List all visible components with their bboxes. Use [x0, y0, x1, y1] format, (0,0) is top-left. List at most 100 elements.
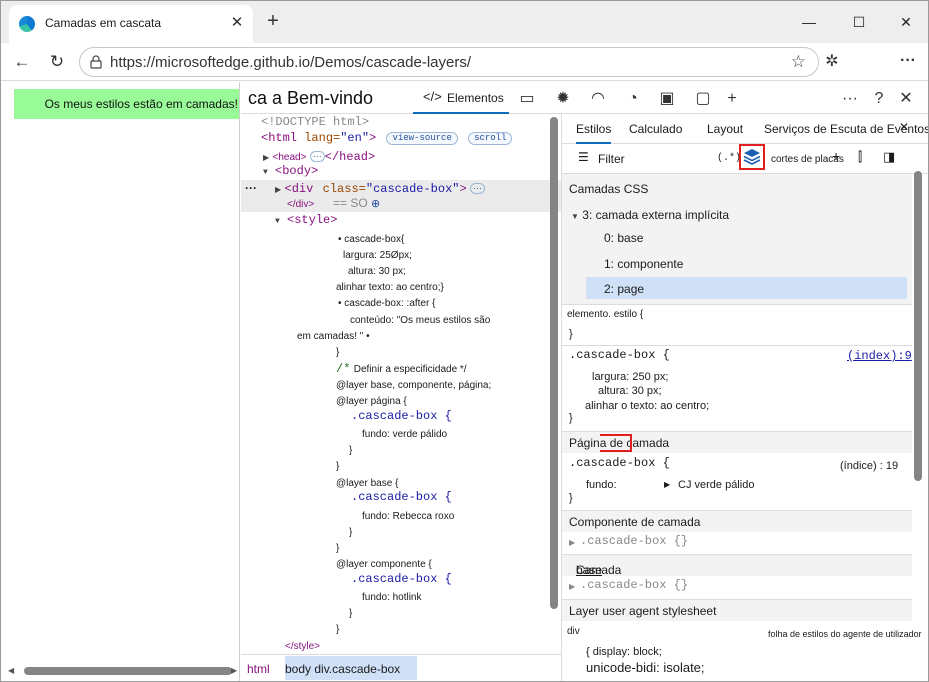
rule1-decl[interactable]: largura: 250 px; [592, 370, 668, 384]
bug-icon[interactable]: ✹ [552, 88, 574, 110]
div-line[interactable]: ▶ <div class="cascade-box"> ··· [275, 181, 486, 197]
close-window-icon[interactable]: ✕ [891, 9, 921, 35]
layer-section-base: Camada base [562, 554, 912, 577]
close-devtools-icon[interactable]: ✕ [895, 88, 917, 110]
rule2-decl-value[interactable]: CJ verde pálido [678, 478, 754, 492]
layer-root-num: 3: [582, 208, 593, 222]
html-line[interactable]: <html lang="en"> view-source scroll [261, 131, 513, 146]
breadcrumb-html[interactable]: html [247, 662, 270, 676]
selected-marker-icon: ⊕ [371, 198, 381, 210]
view-source-pill[interactable]: view-source [386, 132, 458, 145]
rule1-decl[interactable]: altura: 30 px; [598, 384, 662, 398]
css-line: Definir a especificidade */ [353, 364, 467, 375]
add-tab-icon[interactable]: + [721, 88, 743, 110]
layer-item-page[interactable]: 2: page [604, 282, 644, 296]
layer-item-componente[interactable]: 1: componente [604, 257, 683, 271]
wifi-icon[interactable]: ◠ [587, 88, 609, 110]
hover-state-toggle[interactable]: (.*) [717, 152, 741, 166]
maximize-icon[interactable]: ☐ [844, 9, 874, 35]
layer-label: base [617, 231, 644, 245]
welcome-tab[interactable]: ca a Bem-vindo [248, 88, 373, 109]
div-ellipsis[interactable]: ··· [470, 183, 486, 194]
css-line: } [336, 347, 340, 358]
layer-base-link[interactable]: base [576, 563, 602, 577]
console-icon[interactable]: ▭ [516, 88, 538, 110]
eq-so-line: == SO ⊕ [333, 196, 380, 212]
layer-label: page [617, 282, 645, 296]
css-line: altura: 30 px; [348, 266, 406, 277]
breadcrumb-selected[interactable]: body div.cascade-box [285, 656, 417, 680]
rule3-selector[interactable]: .cascade-box {} [580, 534, 688, 548]
rule2-selector[interactable]: .cascade-box { [569, 456, 670, 470]
show-layers-button[interactable] [739, 144, 765, 170]
extensions-icon[interactable]: ✲ [819, 49, 845, 75]
expand-head-icon[interactable]: ▶ [263, 150, 269, 165]
layer-item-base[interactable]: 0: base [604, 231, 643, 245]
layer-root[interactable]: ▼ 3: camada externa implícita [571, 208, 729, 224]
rule1-selector[interactable]: .cascade-box { [569, 348, 670, 362]
expand-rule3-icon[interactable]: ▶ [569, 536, 575, 550]
dom-row-more-icon[interactable]: ··· [245, 181, 257, 196]
tab-computed[interactable]: Calculado [629, 122, 682, 136]
rule1-decl[interactable]: alinhar o texto: ao centro; [585, 399, 709, 413]
css-line: } [336, 624, 340, 635]
expand-div-icon[interactable]: ▶ [275, 182, 281, 197]
favorite-star-icon[interactable]: ☆ [791, 52, 806, 72]
rule2-source[interactable]: (índice) : 19 [840, 459, 898, 473]
style-line[interactable]: ▼ <style> [275, 213, 337, 229]
tab-styles[interactable]: Estilos [576, 122, 612, 144]
styles-tab-bar: Estilos Calculado Layout Serviços de Esc… [562, 114, 928, 144]
css-layers-title: Camadas CSS [569, 182, 649, 196]
cascade-box: Os meus estilos estão em camadas! [14, 89, 239, 119]
paint-brush-icon[interactable]: ⫿ [858, 150, 862, 164]
new-rule-icon[interactable]: + [832, 149, 840, 163]
css-line: } [349, 527, 353, 538]
tab-layout[interactable]: Layout [707, 122, 743, 136]
close-pane-icon[interactable]: ✕ [899, 120, 909, 134]
new-tab-icon[interactable]: + [261, 10, 285, 34]
page-viewport: Os meus estilos estão em camadas! ◀ ▶ [2, 82, 240, 681]
rule2-decl-prop[interactable]: fundo: [586, 478, 617, 492]
filter-input[interactable]: Filter [598, 152, 625, 166]
collapse-body-icon[interactable]: ▼ [263, 165, 268, 180]
address-bar[interactable]: https://microsoftedge.github.io/Demos/ca… [79, 47, 819, 77]
scroll-left-arrow-icon[interactable]: ◀ [8, 666, 14, 675]
highlight-marker [600, 434, 632, 452]
scroll-pill[interactable]: scroll [468, 132, 513, 145]
more-menu-icon[interactable]: ··· [895, 49, 921, 75]
layer-num: 1: [604, 257, 615, 271]
rule1-source-link[interactable]: (index):9 [847, 349, 912, 363]
back-icon[interactable]: ← [9, 49, 35, 75]
breadcrumb-selected-label: body div.cascade-box [285, 662, 401, 676]
performance-icon[interactable]: ◔ [622, 88, 644, 110]
collapse-style-icon[interactable]: ▼ [275, 214, 280, 229]
minimize-icon[interactable]: — [794, 9, 824, 35]
horizontal-scrollbar[interactable] [24, 667, 232, 675]
styles-vertical-scrollbar[interactable] [914, 171, 922, 481]
ua-selector[interactable]: div [567, 625, 580, 639]
head-line[interactable]: ▶ <head> ··· </head> [263, 149, 375, 165]
scroll-right-arrow-icon[interactable]: ▶ [231, 666, 237, 675]
refresh-icon[interactable]: ↻ [44, 49, 70, 75]
expand-rule4-icon[interactable]: ▶ [569, 580, 575, 594]
body-line[interactable]: ▼ <body> [263, 164, 318, 180]
browser-tab[interactable]: Camadas em cascata ✕ [9, 5, 253, 43]
tab-elements[interactable]: </> Elementos [413, 82, 509, 114]
cpu-icon[interactable]: ▣ [656, 88, 678, 110]
help-icon[interactable]: ? [868, 88, 890, 110]
dom-vertical-scrollbar[interactable] [550, 117, 558, 609]
element-style-selector[interactable]: elemento. estilo { [567, 308, 643, 322]
collapse-layer-icon[interactable]: ▼ [571, 210, 579, 224]
head-ellipsis[interactable]: ··· [309, 151, 325, 162]
css-line: @layer componente { [336, 559, 432, 570]
rule4-selector[interactable]: .cascade-box {} [580, 578, 688, 592]
toggle-sidebar-icon[interactable]: ◨ [883, 150, 895, 164]
close-tab-icon[interactable]: ✕ [227, 13, 247, 33]
head-tag: <head> [272, 152, 307, 163]
application-icon[interactable]: ▢ [692, 88, 714, 110]
css-selector-line: .cascade-box { [351, 409, 452, 423]
css-line: largura: 25Øpx; [343, 250, 412, 261]
expand-value-icon[interactable]: ▶ [664, 478, 670, 492]
doctype-line[interactable]: <!DOCTYPE html> [261, 115, 369, 130]
devtools-more-icon[interactable]: ··· [839, 88, 861, 110]
